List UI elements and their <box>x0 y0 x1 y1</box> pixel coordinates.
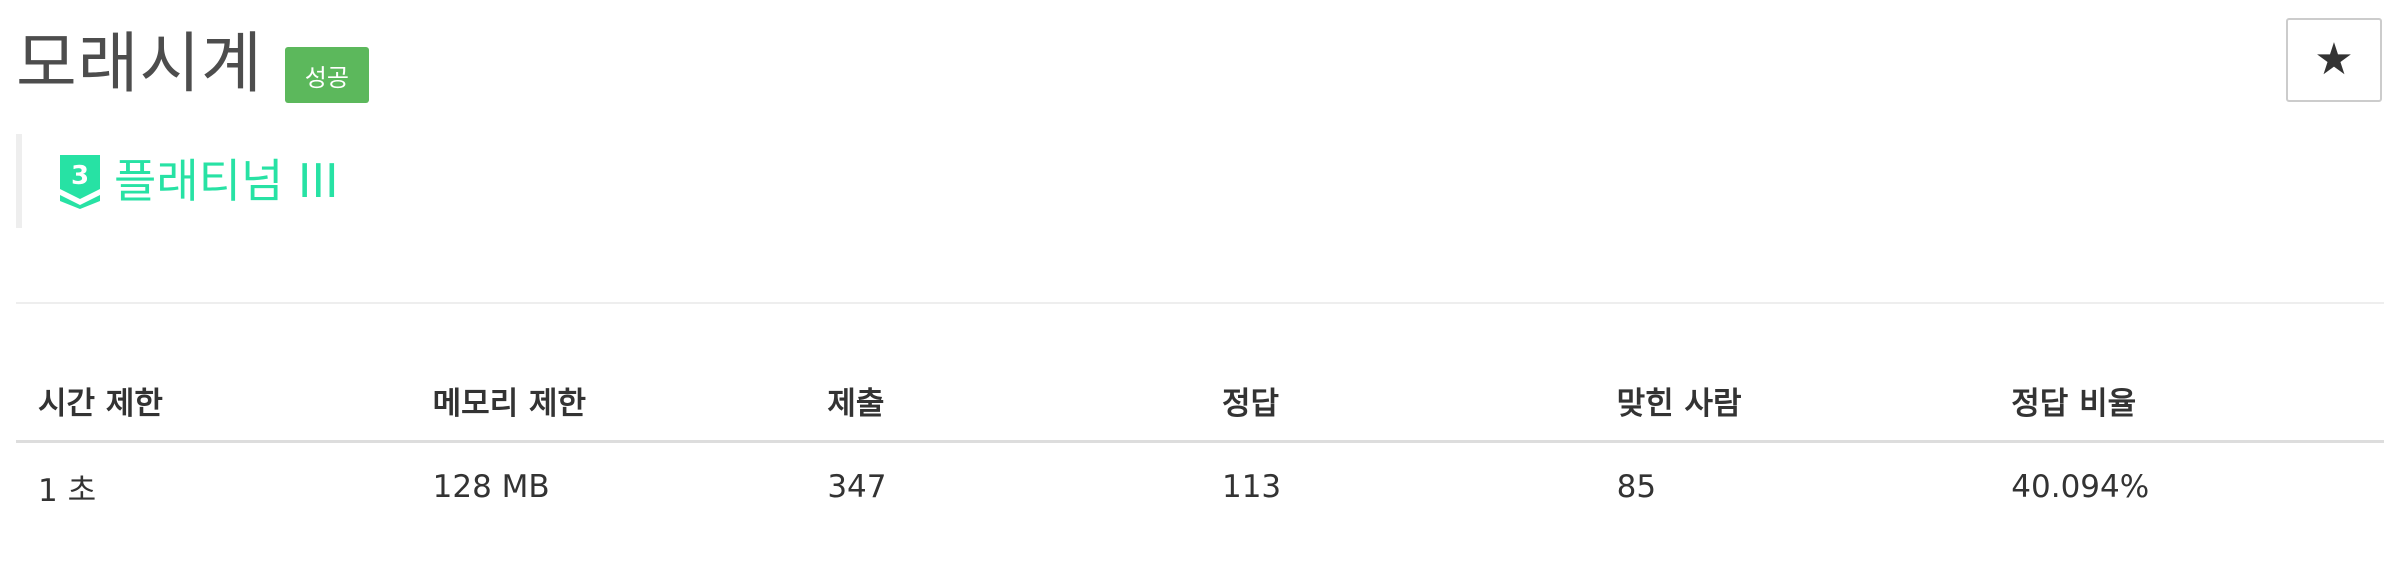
problem-header: 모래시계 성공 <box>16 20 369 108</box>
accept-ratio-value: 40.094% <box>2011 469 2150 505</box>
problem-title: 모래시계 <box>16 25 263 102</box>
header-accepted: 정답 <box>1199 360 1595 443</box>
header-memory-limit: 메모리 제한 <box>410 360 806 443</box>
tier-info: 3 플래티넘 III <box>16 134 339 228</box>
favorite-button[interactable]: ★ <box>2286 18 2382 102</box>
memory-limit-value: 128 MB <box>432 469 550 505</box>
star-icon: ★ <box>2314 35 2354 84</box>
result-badge: 성공 <box>284 47 369 103</box>
tier-name[interactable]: 플래티넘 III <box>114 158 339 204</box>
problem-info-table: 시간 제한 메모리 제한 제출 정답 맞힌 사람 정답 비율 1 초 128 M… <box>16 360 2384 531</box>
table-row: 1 초 128 MB 347 113 85 40.094% <box>16 442 2384 532</box>
header-time-limit: 시간 제한 <box>16 360 411 443</box>
tier-level-number: 3 <box>71 161 89 191</box>
table-header-row: 시간 제한 메모리 제한 제출 정답 맞힌 사람 정답 비율 <box>16 360 2384 443</box>
time-limit-value: 1 초 <box>38 472 97 509</box>
platinum-tier-icon: 3 <box>60 155 100 209</box>
submissions-value: 347 <box>827 469 887 505</box>
accepted-value: 113 <box>1221 469 1282 505</box>
header-solved-users: 맞힌 사람 <box>1594 360 1990 443</box>
header-accept-ratio: 정답 비율 <box>1989 360 2384 443</box>
solved-users-value: 85 <box>1616 469 1657 505</box>
header-submissions: 제출 <box>805 360 1200 443</box>
section-divider <box>16 302 2384 304</box>
